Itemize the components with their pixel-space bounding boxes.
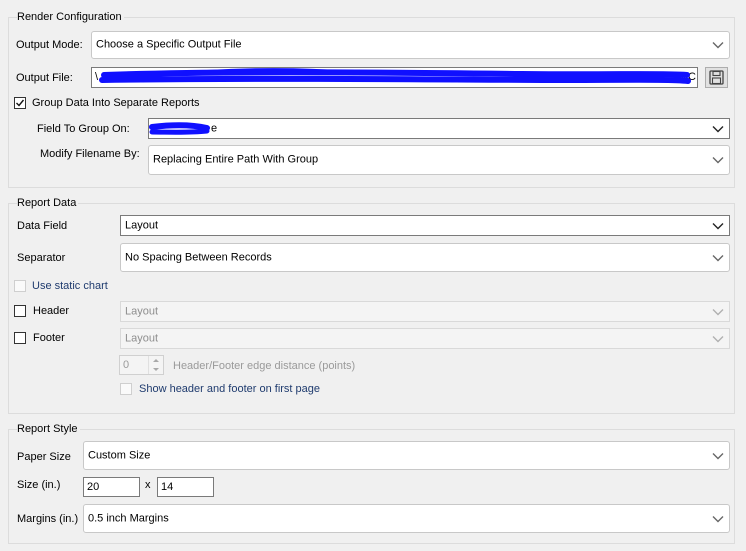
group-data-label[interactable]: Group Data Into Separate Reports: [32, 97, 200, 109]
chevron-down-icon: [712, 515, 724, 522]
chevron-down-icon: [712, 125, 724, 132]
spin-up-icon[interactable]: [149, 356, 163, 365]
header-label[interactable]: Header: [33, 305, 69, 317]
footer-checkbox[interactable]: [14, 332, 26, 344]
group-data-checkbox[interactable]: [14, 97, 26, 109]
separator-select[interactable]: No Spacing Between Records: [120, 243, 730, 272]
output-mode-value: Choose a Specific Output File: [96, 38, 242, 51]
footer-label[interactable]: Footer: [33, 332, 65, 344]
render-configuration-title: Render Configuration: [17, 11, 124, 23]
edge-distance-value: 0: [123, 359, 130, 371]
chevron-down-icon: [712, 335, 724, 342]
redaction-scribble: [99, 68, 691, 84]
static-chart-label[interactable]: Use static chart: [32, 280, 108, 292]
chevron-down-icon: [712, 222, 724, 229]
output-mode-label: Output Mode:: [16, 39, 83, 51]
data-field-label: Data Field: [17, 220, 68, 232]
footer-select[interactable]: Layout: [120, 328, 730, 349]
header-value: Layout: [125, 305, 159, 317]
output-file-input[interactable]: \ MC: [91, 67, 698, 88]
edge-distance-spinner[interactable]: 0: [119, 355, 164, 375]
margins-select[interactable]: 0.5 inch Margins: [83, 504, 730, 533]
field-group-label: Field To Group On:: [37, 123, 130, 135]
data-field-value: Layout: [125, 219, 159, 231]
report-data-title: Report Data: [17, 197, 79, 209]
spinner-buttons: [148, 356, 163, 374]
modify-filename-label: Modify Filename By:: [40, 148, 140, 160]
report-style-title: Report Style: [17, 423, 80, 435]
header-checkbox[interactable]: [14, 305, 26, 317]
paper-size-label: Paper Size: [17, 451, 71, 463]
size-height-value: 14: [161, 481, 174, 493]
floppy-save-icon: [709, 70, 724, 85]
redaction-scribble: [149, 122, 210, 135]
separator-value: No Spacing Between Records: [125, 251, 272, 263]
modify-filename-value: Replacing Entire Path With Group: [153, 153, 319, 166]
paper-size-value: Custom Size: [88, 449, 151, 461]
size-width-input[interactable]: 20: [83, 477, 140, 497]
paper-size-select[interactable]: Custom Size: [83, 441, 730, 470]
chevron-down-icon: [712, 308, 724, 315]
separator-label: Separator: [17, 252, 66, 264]
output-file-label: Output File:: [16, 72, 73, 84]
field-group-select[interactable]: e: [148, 118, 730, 139]
chevron-down-icon: [712, 452, 724, 459]
output-mode-select[interactable]: Choose a Specific Output File: [91, 31, 730, 59]
checkmark-icon: [16, 99, 25, 107]
first-page-checkbox[interactable]: [120, 383, 132, 395]
chevron-down-icon: [712, 157, 724, 164]
margins-value: 0.5 inch Margins: [88, 512, 169, 524]
size-label: Size (in.): [17, 479, 61, 491]
spin-down-icon[interactable]: [149, 365, 163, 374]
size-width-value: 20: [87, 481, 100, 493]
margins-label: Margins (in.): [17, 513, 79, 525]
size-height-input[interactable]: 14: [157, 477, 214, 497]
footer-value: Layout: [125, 332, 159, 344]
chevron-down-icon: [712, 254, 724, 261]
size-times-label: x: [145, 479, 151, 491]
data-field-select[interactable]: Layout: [120, 215, 730, 236]
static-chart-checkbox[interactable]: [14, 280, 26, 292]
chevron-down-icon: [712, 42, 724, 49]
edge-distance-label: Header/Footer edge distance (points): [173, 360, 356, 372]
modify-filename-select[interactable]: Replacing Entire Path With Group: [148, 145, 730, 175]
save-file-button[interactable]: [705, 67, 728, 88]
header-select[interactable]: Layout: [120, 301, 730, 322]
first-page-label[interactable]: Show header and footer on first page: [139, 383, 320, 395]
